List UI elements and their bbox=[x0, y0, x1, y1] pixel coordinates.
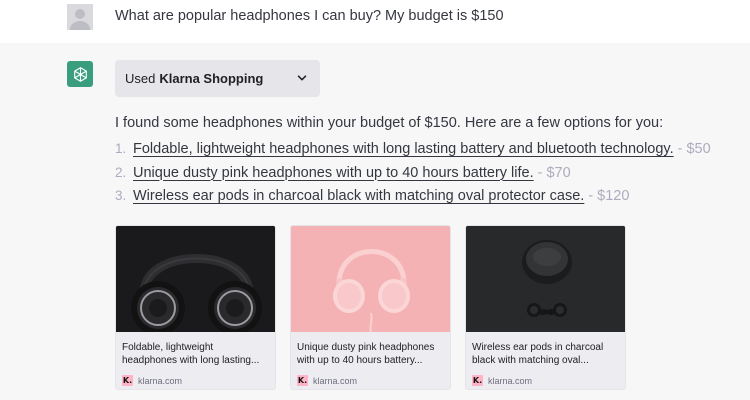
product-card-info: Foldable, lightweight headphones with lo… bbox=[116, 332, 275, 389]
product-price: $120 bbox=[597, 188, 630, 204]
price-separator: - bbox=[588, 188, 594, 204]
plugin-used-toggle[interactable]: Used Klarna Shopping bbox=[115, 60, 320, 97]
klarna-logo-icon: K. bbox=[297, 375, 308, 386]
assistant-intro-text: I found some headphones within your budg… bbox=[115, 115, 664, 131]
product-card-info: Unique dusty pink headphones with up to … bbox=[291, 332, 450, 389]
user-message-text: What are popular headphones I can buy? M… bbox=[115, 8, 504, 24]
pink-headphones-image bbox=[291, 226, 450, 332]
product-price: $70 bbox=[546, 164, 571, 181]
product-card[interactable]: Foldable, lightweight headphones with lo… bbox=[115, 225, 276, 390]
assistant-message-row: Used Klarna Shopping I found some headph… bbox=[0, 43, 750, 400]
product-options-list: 1. Foldable, lightweight headphones with… bbox=[115, 141, 711, 212]
user-message-row: What are popular headphones I can buy? M… bbox=[0, 0, 750, 43]
product-card-description: Wireless ear pods in charcoal black with… bbox=[472, 342, 604, 366]
product-image bbox=[466, 226, 625, 332]
source-domain: klarna.com bbox=[313, 375, 358, 386]
product-cards: Foldable, lightweight headphones with lo… bbox=[115, 225, 626, 390]
option-number: 1. bbox=[115, 141, 127, 156]
source-domain: klarna.com bbox=[488, 375, 533, 386]
product-card-description: Unique dusty pink headphones with up to … bbox=[297, 342, 435, 366]
product-card[interactable]: Unique dusty pink headphones with up to … bbox=[290, 225, 451, 390]
option-number: 3. bbox=[115, 188, 127, 203]
product-card-description: Foldable, lightweight headphones with lo… bbox=[122, 342, 260, 366]
assistant-avatar bbox=[67, 61, 93, 87]
product-card-source: K. klarna.com bbox=[472, 375, 619, 386]
product-link[interactable]: Unique dusty pink headphones with up to … bbox=[133, 165, 534, 181]
black-earbuds-image bbox=[466, 226, 625, 332]
product-option: 3. Wireless ear pods in charcoal black w… bbox=[115, 188, 711, 212]
chevron-down-icon bbox=[297, 75, 307, 81]
product-card-source: K. klarna.com bbox=[122, 375, 269, 386]
product-image bbox=[116, 226, 275, 332]
product-image bbox=[291, 226, 450, 332]
product-card-source: K. klarna.com bbox=[297, 375, 444, 386]
plugin-used-label: Used bbox=[125, 71, 156, 86]
product-card[interactable]: Wireless ear pods in charcoal black with… bbox=[465, 225, 626, 390]
product-link[interactable]: Foldable, lightweight headphones with lo… bbox=[133, 141, 674, 157]
plugin-name: Klarna Shopping bbox=[159, 71, 264, 86]
source-domain: klarna.com bbox=[138, 375, 183, 386]
user-avatar-icon bbox=[67, 4, 93, 30]
option-number: 2. bbox=[115, 164, 127, 180]
price-separator: - bbox=[537, 164, 543, 181]
product-card-info: Wireless ear pods in charcoal black with… bbox=[466, 332, 625, 389]
product-option: 1. Foldable, lightweight headphones with… bbox=[115, 141, 711, 165]
product-option: 2. Unique dusty pink headphones with up … bbox=[115, 165, 711, 189]
product-price: $50 bbox=[686, 141, 711, 157]
black-headphones-image bbox=[116, 226, 275, 332]
openai-logo-icon bbox=[73, 66, 87, 82]
product-link[interactable]: Wireless ear pods in charcoal black with… bbox=[133, 188, 584, 204]
user-avatar bbox=[67, 4, 93, 30]
klarna-logo-icon: K. bbox=[122, 375, 133, 386]
price-separator: - bbox=[677, 141, 683, 157]
klarna-logo-icon: K. bbox=[472, 375, 483, 386]
